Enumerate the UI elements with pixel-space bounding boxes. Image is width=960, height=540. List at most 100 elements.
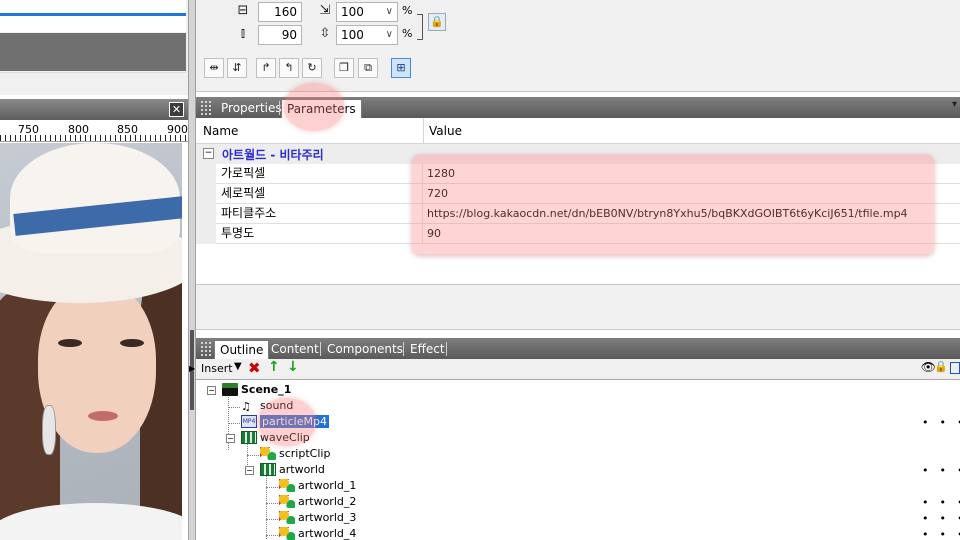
timeline-layer-band: [0, 33, 186, 71]
tree-node-label: artworld: [279, 463, 325, 476]
tab-effect[interactable]: Effect: [405, 340, 450, 359]
scale-y-value: 100: [341, 28, 364, 42]
column-divider[interactable]: [423, 118, 424, 144]
splitter-arrow-icon[interactable]: ▶: [189, 364, 195, 373]
aspect-bracket: [417, 14, 423, 40]
copy-button[interactable]: ❐: [334, 58, 354, 78]
width-icon: ⊟: [237, 3, 249, 18]
width-input[interactable]: 160: [258, 2, 302, 22]
ruler-ticks: [0, 135, 188, 141]
shape-icon: [279, 510, 295, 524]
collapse-icon[interactable]: −: [207, 386, 216, 395]
tree-connector: [266, 519, 278, 520]
column-header-value[interactable]: Value: [429, 124, 462, 138]
scale-x-icon: ⇲: [319, 3, 331, 18]
collapse-icon[interactable]: −: [226, 434, 235, 443]
tab-separator: [320, 342, 321, 356]
move-up-icon[interactable]: ↑: [268, 359, 280, 375]
tab-components[interactable]: Components: [322, 340, 408, 359]
visibility-dots[interactable]: •••: [922, 464, 960, 477]
visibility-dots[interactable]: •••: [922, 416, 960, 429]
tree-connector: [266, 503, 278, 504]
tree-node-artworld-1[interactable]: artworld_1: [279, 478, 356, 494]
panel-splitter[interactable]: ▶: [188, 0, 196, 540]
tree-node-scriptclip[interactable]: scriptClip: [260, 446, 330, 462]
tree-node-artworld-3[interactable]: artworld_3: [279, 510, 356, 526]
paste-button[interactable]: ⧉: [358, 58, 378, 78]
tree-node-artworld-4[interactable]: artworld_4: [279, 526, 356, 540]
outline-tab-bar: Outline Content Components Effect: [196, 338, 960, 359]
tab-properties[interactable]: Properties: [216, 99, 287, 118]
highlight-box: [412, 154, 934, 254]
timeline-scrollbar[interactable]: [0, 72, 186, 90]
tree-node-artworld[interactable]: artworld: [260, 462, 325, 478]
portrait-eye: [58, 339, 82, 347]
stage-header: ✕: [0, 99, 188, 120]
tab-outline[interactable]: Outline: [214, 340, 270, 359]
portrait-eye: [120, 339, 144, 347]
row-gutter: [196, 204, 216, 224]
timeline-track: [0, 0, 186, 32]
parameter-description-area: [196, 284, 960, 330]
percent-label: %: [402, 27, 413, 40]
delete-icon[interactable]: ✖: [248, 359, 261, 377]
tree-node-artworld-2[interactable]: artworld_2: [279, 494, 356, 510]
portrait-earring: [42, 405, 56, 455]
row-gutter: [196, 164, 216, 184]
tree-node-scene[interactable]: Scene_1: [222, 382, 291, 398]
panel-menu-icon[interactable]: ▾: [952, 99, 957, 110]
lock-icon[interactable]: 🔒: [934, 360, 948, 373]
stage-canvas-image[interactable]: [0, 143, 182, 540]
visibility-dots[interactable]: •••: [922, 496, 960, 509]
column-header-name[interactable]: Name: [203, 124, 238, 138]
outline-tree: − − − Scene_1 ♫ sound MP4 particleMp4 wave…: [196, 379, 960, 540]
panel-grip-icon[interactable]: [200, 100, 212, 115]
parameter-group-title: 아트월드 - 비타주리: [222, 148, 324, 162]
flip-vertical-button[interactable]: ⇵: [227, 58, 247, 78]
scale-x-select[interactable]: 100 ∨: [336, 2, 398, 22]
tree-connector: [266, 535, 278, 536]
chevron-down-icon: ∨: [385, 6, 393, 17]
tree-node-label: scriptClip: [279, 447, 331, 460]
height-input[interactable]: 90: [258, 25, 302, 45]
tree-connector: [266, 487, 278, 488]
parameter-name: 세로픽셀: [216, 184, 423, 204]
collapse-icon[interactable]: −: [203, 148, 214, 159]
scale-x-value: 100: [341, 5, 364, 19]
horizontal-ruler: 750 800 850 900: [0, 120, 188, 142]
panel-grip-icon[interactable]: [200, 341, 212, 356]
parameter-name: 투명도: [216, 224, 423, 244]
shape-icon: [279, 478, 295, 492]
scale-y-select[interactable]: 100 ∨: [336, 25, 398, 45]
portrait-hat-crown: [10, 143, 180, 253]
close-icon[interactable]: ✕: [169, 102, 184, 117]
rotate-left-button[interactable]: ↰: [279, 58, 299, 78]
music-note-icon: ♫: [241, 399, 251, 413]
percent-label: %: [402, 4, 413, 17]
tab-separator: [446, 342, 447, 356]
lock-icon[interactable]: 🔒: [428, 13, 446, 31]
rotate-right-button[interactable]: ↱: [256, 58, 276, 78]
highlight-circle: [284, 83, 344, 131]
outline-box-icon[interactable]: [950, 362, 960, 374]
transform-toolbar: ⊟ 160 ⇲ 100 ∨ % ⫾ 90 ⇳ 100 ∨ % 🔒 ⇹ ⇵ ↱ ↰…: [196, 0, 960, 92]
chevron-down-icon: ∨: [385, 29, 393, 40]
portrait-lips: [88, 411, 118, 421]
visibility-dots[interactable]: •••: [922, 512, 960, 525]
flip-horizontal-button[interactable]: ⇹: [204, 58, 224, 78]
film-icon: [241, 430, 257, 444]
tree-connector: [228, 407, 240, 408]
height-icon: ⫾: [240, 26, 246, 41]
visibility-dots[interactable]: •••: [922, 528, 960, 540]
insert-menu[interactable]: Insert: [201, 362, 233, 375]
move-down-icon[interactable]: ↓: [287, 359, 299, 375]
highlight-circle: [258, 398, 316, 446]
tab-content[interactable]: Content: [266, 340, 324, 359]
scale-y-icon: ⇳: [319, 26, 331, 41]
rotate-180-button[interactable]: ↻: [302, 58, 322, 78]
collapse-icon[interactable]: −: [245, 466, 254, 475]
tree-node-label: artworld_1: [298, 479, 357, 492]
chevron-down-icon[interactable]: ▼: [234, 361, 242, 372]
select-transform-button[interactable]: ⊞: [391, 58, 411, 78]
tree-node-label: artworld_4: [298, 527, 357, 540]
